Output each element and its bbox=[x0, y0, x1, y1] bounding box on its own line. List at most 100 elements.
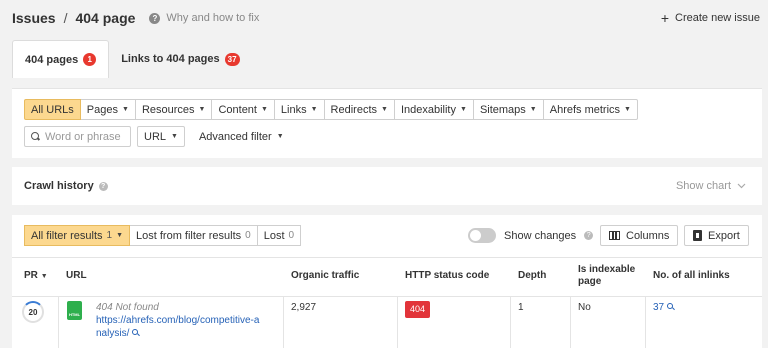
table-row: 20 HTML 404 Not found https://ahrefs.com… bbox=[12, 297, 762, 348]
crawl-history-title: Crawl history bbox=[24, 180, 94, 192]
question-icon: ? bbox=[584, 231, 594, 240]
column-header-organic-traffic[interactable]: Organic traffic bbox=[291, 270, 359, 282]
column-header-label: PR bbox=[24, 270, 38, 281]
filter-label: Links bbox=[280, 103, 307, 116]
column-header-http-status[interactable]: HTTP status code bbox=[405, 270, 489, 282]
filter-button-group: All URLs Pages ▼ Resources ▼ Content ▼ Link… bbox=[24, 99, 638, 120]
organic-traffic-cell: 2,927 bbox=[291, 302, 317, 313]
chevron-down-icon bbox=[737, 183, 746, 189]
filter-label: Content bbox=[218, 103, 257, 116]
show-changes-label: Show changes bbox=[504, 229, 577, 242]
filter-label: Sitemaps bbox=[479, 103, 526, 116]
question-icon: ? bbox=[149, 12, 161, 24]
tab-label: Links to 404 pages bbox=[121, 53, 220, 65]
question-icon: ? bbox=[98, 181, 108, 191]
search-input[interactable]: Word or phrase bbox=[24, 126, 131, 147]
column-header-inlinks[interactable]: No. of all inlinks bbox=[653, 270, 730, 282]
table-header: PR ▼ URL Organic traffic HTTP status cod… bbox=[12, 257, 762, 297]
column-header-is-indexable[interactable]: Is indexable page bbox=[578, 264, 635, 288]
chevron-down-icon: ▼ bbox=[198, 106, 206, 113]
all-filter-results-label: All filter results bbox=[31, 229, 103, 242]
plus-icon: + bbox=[660, 9, 669, 26]
chevron-down-icon: ▼ bbox=[529, 106, 537, 113]
filter-links[interactable]: Links ▼ bbox=[274, 99, 325, 120]
results-panel: All filter results 1 ▼ Lost from filter … bbox=[12, 215, 762, 348]
export-button[interactable]: Export bbox=[684, 225, 749, 246]
lost-count: 0 bbox=[288, 230, 295, 241]
show-chart-label: Show chart bbox=[675, 180, 731, 192]
filter-label: Resources bbox=[141, 103, 195, 116]
create-issue-label: Create new issue bbox=[675, 12, 760, 24]
tab-404-pages[interactable]: 404 pages 1 bbox=[12, 40, 110, 78]
all-filter-results-button[interactable]: All filter results 1 ▼ bbox=[24, 225, 131, 246]
why-how-to-fix-link[interactable]: Why and how to fix bbox=[166, 12, 259, 24]
is-indexable-cell: No bbox=[578, 302, 591, 313]
lost-from-filter-results-button[interactable]: Lost from filter results 0 bbox=[130, 225, 258, 246]
status-badge: 404 bbox=[405, 301, 431, 318]
inlinks-link[interactable]: 37 bbox=[653, 302, 664, 313]
show-changes-control: Show changes ? bbox=[468, 228, 594, 243]
create-issue-button[interactable]: + Create new issue bbox=[660, 9, 760, 26]
chevron-down-icon: ▼ bbox=[624, 106, 631, 113]
chevron-down-icon: ▼ bbox=[122, 106, 129, 113]
filter-label: Ahrefs metrics bbox=[549, 103, 621, 116]
url-link-line1[interactable]: https://ahrefs.com/blog/competitive-a bbox=[96, 314, 281, 327]
pr-score: 20 bbox=[22, 301, 44, 323]
filter-content[interactable]: Content ▼ bbox=[212, 99, 275, 120]
http-status-cell: 404 bbox=[405, 301, 431, 318]
tab-links-to-404-pages[interactable]: Links to 404 pages 37 bbox=[109, 40, 251, 78]
columns-button[interactable]: Columns bbox=[600, 225, 679, 246]
lost-button[interactable]: Lost 0 bbox=[257, 225, 302, 246]
filter-label: Indexability bbox=[400, 103, 456, 116]
filter-label: Redirects bbox=[330, 103, 378, 116]
depth-cell: 1 bbox=[518, 302, 524, 313]
filter-ahrefs-metrics[interactable]: Ahrefs metrics ▼ bbox=[543, 99, 638, 120]
filter-sitemaps[interactable]: Sitemaps ▼ bbox=[473, 99, 544, 120]
crawl-history-panel: Crawl history ? Show chart bbox=[12, 167, 762, 205]
search-placeholder: Word or phrase bbox=[45, 130, 121, 143]
crawl-history-title-wrap: Crawl history ? bbox=[24, 180, 108, 192]
url-link-line2-wrap: nalysis/ bbox=[96, 327, 281, 340]
search-icon[interactable] bbox=[667, 303, 674, 310]
advanced-filter-button[interactable]: Advanced filter ▼ bbox=[199, 131, 284, 143]
count-badge: 1 bbox=[83, 53, 97, 66]
breadcrumb-issues-link[interactable]: Issues bbox=[12, 10, 56, 26]
inlinks-cell: 37 bbox=[653, 301, 674, 314]
column-header-url[interactable]: URL bbox=[66, 270, 87, 282]
html-file-icon: HTML bbox=[67, 301, 82, 320]
chevron-down-icon: ▼ bbox=[460, 106, 467, 113]
column-header-label: page bbox=[578, 276, 602, 287]
column-header-pr[interactable]: PR ▼ bbox=[24, 270, 48, 283]
filter-redirects[interactable]: Redirects ▼ bbox=[324, 99, 395, 120]
filter-label: Pages bbox=[86, 103, 118, 116]
search-icon bbox=[31, 132, 40, 141]
chevron-down-icon: ▼ bbox=[260, 106, 268, 113]
search-icon[interactable] bbox=[132, 329, 139, 336]
show-changes-toggle[interactable] bbox=[468, 228, 496, 243]
show-chart-button[interactable]: Show chart bbox=[676, 180, 746, 192]
filter-all-urls[interactable]: All URLs bbox=[24, 99, 81, 120]
page-title: 404 page bbox=[75, 10, 136, 26]
filter-indexability[interactable]: Indexability ▼ bbox=[394, 99, 474, 120]
advanced-filter-label: Advanced filter bbox=[198, 130, 272, 143]
chevron-down-icon: ▼ bbox=[116, 232, 124, 239]
results-filter-group: All filter results 1 ▼ Lost from filter … bbox=[24, 225, 302, 246]
columns-label: Columns bbox=[626, 229, 670, 242]
top-bar: Issues / 404 page ? Why and how to fix +… bbox=[0, 0, 768, 38]
breadcrumb-separator: / bbox=[63, 10, 68, 26]
tab-bar: 404 pages 1 Links to 404 pages 37 bbox=[12, 40, 252, 78]
url-cell: 404 Not found https://ahrefs.com/blog/co… bbox=[96, 301, 281, 340]
tab-label: 404 pages bbox=[25, 53, 79, 66]
chevron-down-icon: ▼ bbox=[381, 106, 388, 113]
column-header-depth[interactable]: Depth bbox=[518, 270, 546, 282]
url-link-line2[interactable]: nalysis/ bbox=[96, 328, 129, 339]
chevron-down-icon: ▼ bbox=[171, 133, 178, 140]
filter-pages[interactable]: Pages ▼ bbox=[80, 99, 136, 120]
chevron-down-icon: ▼ bbox=[310, 106, 318, 113]
filters-panel: All URLs Pages ▼ Resources ▼ Content ▼ Link… bbox=[12, 88, 762, 158]
url-select[interactable]: URL ▼ bbox=[137, 126, 185, 147]
column-header-label: Is indexable bbox=[578, 264, 636, 275]
filter-resources[interactable]: Resources ▼ bbox=[135, 99, 213, 120]
sort-down-icon: ▼ bbox=[40, 273, 48, 280]
breadcrumb: Issues / 404 page ? Why and how to fix bbox=[12, 10, 259, 26]
